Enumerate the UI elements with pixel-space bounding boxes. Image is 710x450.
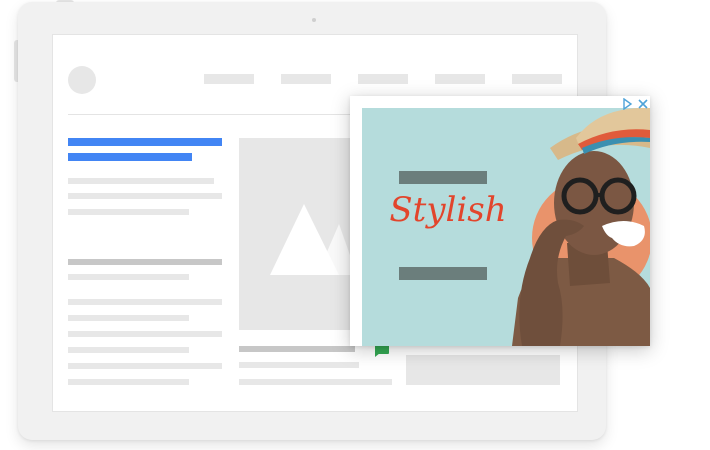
ad-headline[interactable]: Stylish [388,190,508,230]
nav-item-placeholder[interactable] [204,74,254,84]
comment-icon-tail [375,353,380,357]
text-line-placeholder [68,379,189,385]
nav-item-placeholder[interactable] [281,74,331,84]
nav-item-placeholder[interactable] [435,74,485,84]
text-line-placeholder [68,363,222,369]
text-line-placeholder [68,209,189,215]
text-line-placeholder [68,178,214,184]
text-line-placeholder [68,347,189,353]
text-line-placeholder [68,315,189,321]
sidebar-block-placeholder [406,355,560,385]
text-line-placeholder [68,331,222,337]
tablet-camera [312,18,316,22]
ad-bottom-bar [399,267,487,280]
section-heading-placeholder [68,259,222,265]
article-headline-placeholder[interactable] [68,153,192,161]
text-line-placeholder [68,274,189,280]
text-line-placeholder [68,299,222,305]
adchoices-icon[interactable] [622,97,650,111]
ad-top-bar [399,171,487,184]
site-logo-placeholder [68,66,96,94]
article-headline-placeholder[interactable] [68,138,222,146]
nav-item-placeholder[interactable] [512,74,562,84]
text-line-placeholder [68,193,222,199]
text-line-placeholder [239,379,392,385]
ad-controls [622,97,650,111]
caption-heading-placeholder [239,346,355,352]
text-line-placeholder [239,362,359,368]
nav-item-placeholder[interactable] [358,74,408,84]
